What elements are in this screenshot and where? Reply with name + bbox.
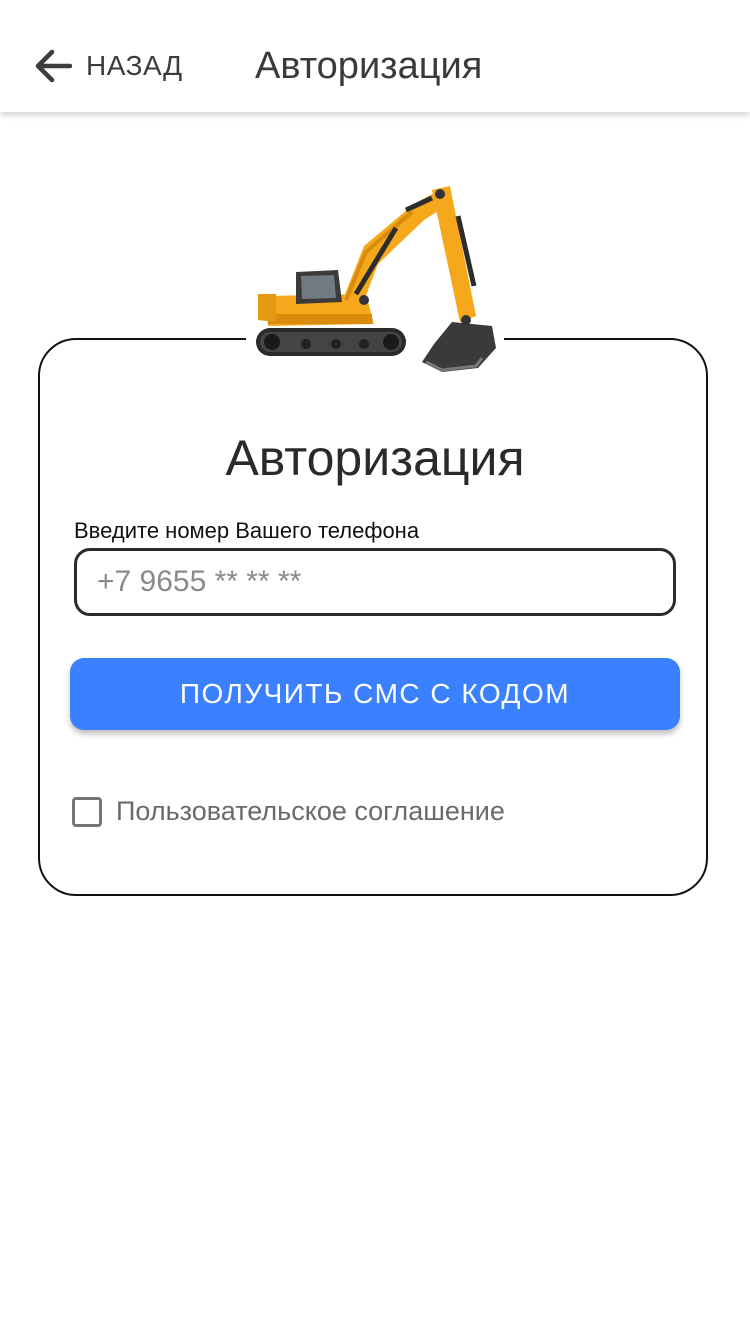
phone-input[interactable]	[74, 548, 676, 616]
card-title: Авторизация	[225, 430, 525, 486]
agreement-row[interactable]: Пользовательское соглашение	[72, 796, 505, 827]
arrow-left-icon	[35, 49, 72, 83]
phone-label: Введите номер Вашего телефона	[74, 518, 420, 543]
agreement-label[interactable]: Пользовательское соглашение	[116, 796, 505, 827]
back-label: НАЗАД	[86, 50, 183, 81]
page-title: Авторизация	[255, 45, 483, 87]
back-button[interactable]: НАЗАД	[34, 40, 183, 92]
excavator-illustration	[246, 176, 504, 380]
agreement-checkbox[interactable]	[72, 796, 102, 827]
get-sms-button[interactable]: ПОЛУЧИТЬ СМС С КОДОМ	[70, 658, 680, 730]
app-header: НАЗАД Авторизация	[0, 0, 750, 112]
